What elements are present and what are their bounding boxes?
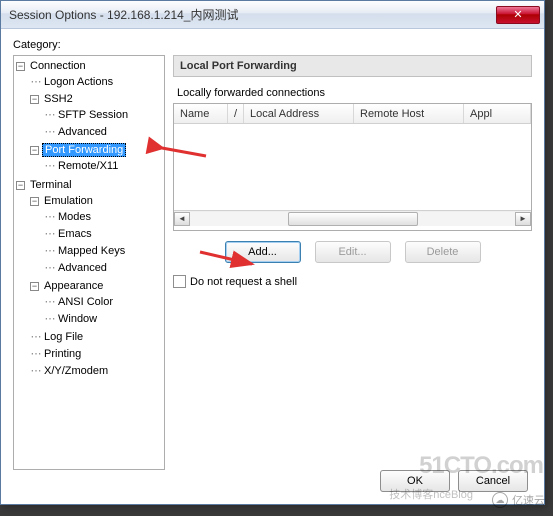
- tree-modes[interactable]: Modes: [56, 211, 93, 223]
- tree-ansi-color[interactable]: ANSI Color: [56, 296, 115, 308]
- titlebar[interactable]: Session Options - 192.168.1.214_内网测试 ✕: [1, 1, 544, 29]
- toggle-icon[interactable]: −: [16, 62, 25, 71]
- watermark-brand: ☁ 亿速云: [492, 492, 545, 508]
- tree-mapped-keys[interactable]: Mapped Keys: [56, 245, 127, 257]
- scroll-right-icon[interactable]: ►: [515, 212, 531, 226]
- tree-emulation[interactable]: Emulation: [42, 195, 95, 207]
- close-button[interactable]: ✕: [496, 6, 540, 24]
- tree-appearance[interactable]: Appearance: [42, 280, 105, 292]
- tree-xyzmodem[interactable]: X/Y/Zmodem: [42, 365, 110, 377]
- tree-branch-icon: ⋯: [44, 125, 56, 140]
- toggle-icon[interactable]: −: [30, 282, 39, 291]
- tree-branch-icon: ⋯: [44, 210, 56, 225]
- tree-window[interactable]: Window: [56, 313, 99, 325]
- panel-title: Local Port Forwarding: [173, 55, 532, 77]
- horizontal-scrollbar[interactable]: ◄ ►: [174, 210, 531, 226]
- col-application[interactable]: Appl: [464, 104, 531, 123]
- tree-printing[interactable]: Printing: [42, 348, 83, 360]
- tree-terminal[interactable]: Terminal: [28, 179, 74, 191]
- tree-remote-x11[interactable]: Remote/X11: [56, 160, 120, 172]
- tree-branch-icon: ⋯: [44, 227, 56, 242]
- col-local-address[interactable]: Local Address: [244, 104, 354, 123]
- scroll-track[interactable]: [190, 212, 515, 226]
- scroll-left-icon[interactable]: ◄: [174, 212, 190, 226]
- scroll-thumb[interactable]: [288, 212, 418, 226]
- tree-log-file[interactable]: Log File: [42, 331, 85, 343]
- tree-ssh2[interactable]: SSH2: [42, 93, 75, 105]
- forwarded-connections-list[interactable]: Name / Local Address Remote Host Appl ◄ …: [173, 103, 532, 231]
- col-remote-host[interactable]: Remote Host: [354, 104, 464, 123]
- tree-branch-icon: ⋯: [30, 347, 42, 362]
- tree-advanced[interactable]: Advanced: [56, 126, 109, 138]
- toggle-icon[interactable]: −: [30, 197, 39, 206]
- tree-branch-icon: ⋯: [44, 159, 56, 174]
- tree-connection[interactable]: Connection: [28, 60, 88, 72]
- tree-branch-icon: ⋯: [30, 330, 42, 345]
- col-name[interactable]: Name: [174, 104, 228, 123]
- tree-advanced2[interactable]: Advanced: [56, 262, 109, 274]
- tree-branch-icon: ⋯: [30, 75, 42, 90]
- cloud-icon: ☁: [492, 492, 508, 508]
- toggle-icon[interactable]: −: [30, 95, 39, 104]
- tree-branch-icon: ⋯: [44, 261, 56, 276]
- tree-branch-icon: ⋯: [44, 295, 56, 310]
- tree-branch-icon: ⋯: [44, 312, 56, 327]
- list-header[interactable]: Name / Local Address Remote Host Appl: [174, 104, 531, 124]
- tree-sftp-session[interactable]: SFTP Session: [56, 109, 130, 121]
- delete-button[interactable]: Delete: [405, 241, 481, 263]
- tree-branch-icon: ⋯: [44, 244, 56, 259]
- list-body[interactable]: [174, 124, 531, 210]
- edit-button[interactable]: Edit...: [315, 241, 391, 263]
- checkbox-label[interactable]: Do not request a shell: [190, 276, 297, 288]
- close-icon: ✕: [513, 8, 522, 21]
- port-forwarding-panel: Local Port Forwarding Locally forwarded …: [173, 55, 532, 470]
- window-title: Session Options - 192.168.1.214_内网测试: [9, 6, 496, 23]
- toggle-icon[interactable]: −: [30, 146, 39, 155]
- tree-emacs[interactable]: Emacs: [56, 228, 94, 240]
- tree-port-forwarding[interactable]: Port Forwarding: [42, 143, 126, 157]
- category-label: Category:: [13, 39, 532, 51]
- list-label: Locally forwarded connections: [177, 87, 532, 99]
- watermark-logo: 51CTO.com: [419, 452, 543, 480]
- tree-branch-icon: ⋯: [30, 364, 42, 379]
- do-not-request-shell-checkbox[interactable]: [173, 275, 186, 288]
- tree-logon-actions[interactable]: Logon Actions: [42, 76, 115, 88]
- toggle-icon[interactable]: −: [16, 181, 25, 190]
- col-sep[interactable]: /: [228, 104, 244, 123]
- add-button[interactable]: Add...: [225, 241, 301, 263]
- tree-branch-icon: ⋯: [44, 108, 56, 123]
- category-tree[interactable]: −Connection ⋯Logon Actions −SSH2 ⋯SFTP S…: [13, 55, 165, 470]
- watermark-blog: 技术博客nceBlog: [389, 486, 473, 502]
- session-options-dialog: Session Options - 192.168.1.214_内网测试 ✕ C…: [0, 0, 545, 505]
